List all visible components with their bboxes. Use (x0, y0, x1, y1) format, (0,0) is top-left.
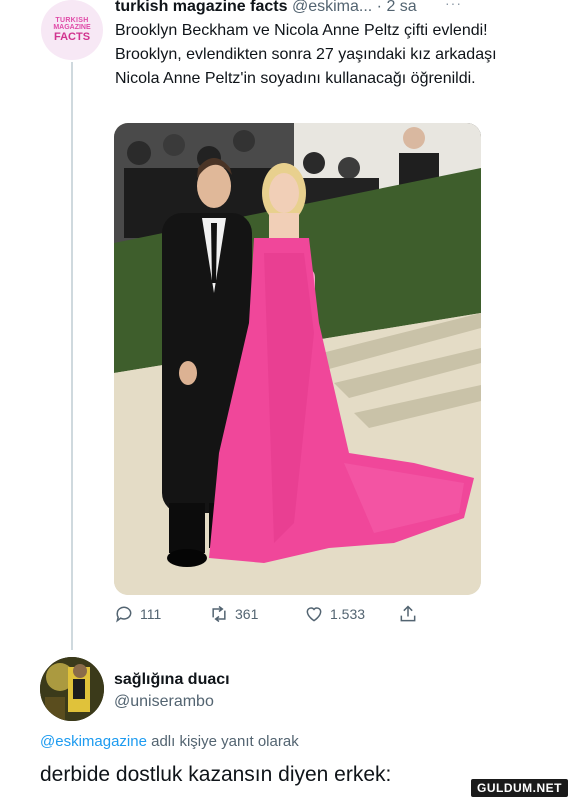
avatar-text-line: FACTS (53, 31, 91, 43)
replying-suffix: adlı kişiye yanıt olarak (146, 733, 299, 750)
reply-button[interactable]: 111 (114, 604, 161, 624)
avatar-text-line: TURKISH (55, 17, 89, 24)
share-icon (400, 605, 416, 622)
reply-author-name[interactable]: sağlığına duacı (114, 671, 230, 689)
reply-author-handle[interactable]: @uniserambo (114, 693, 214, 711)
retweet-button[interactable]: 361 (209, 604, 258, 624)
retweet-count: 361 (235, 606, 259, 622)
tweet-header: turkish magazine facts @eskima... · 2 sa… (115, 0, 461, 17)
reply-avatar[interactable] (40, 657, 104, 721)
tweet-photo[interactable] (114, 123, 481, 595)
reply-text: derbide dostluk kazansın diyen erkek: (40, 763, 392, 786)
more-options-icon[interactable]: ··· (445, 0, 462, 13)
thread-line (71, 62, 73, 650)
reply-count: 111 (140, 606, 162, 622)
watermark: GULDUM.NET (471, 779, 568, 797)
share-button[interactable] (398, 604, 418, 624)
tweet-text: Brooklyn Beckham ve Nicola Anne Peltz çi… (115, 22, 497, 87)
author-name[interactable]: turkish magazine facts (115, 0, 288, 15)
retweet-icon (212, 605, 226, 623)
tweet-time[interactable]: · 2 sa (377, 0, 417, 15)
replying-to: @eskimagazine adlı kişiye yanıt olarak (40, 733, 299, 750)
avatar[interactable]: TURKISH MAGAZINE FACTS (41, 0, 103, 60)
couple-photo (114, 123, 481, 595)
author-handle[interactable]: @eskima... (292, 0, 372, 15)
heart-icon (306, 607, 322, 622)
replying-mention-link[interactable]: @eskimagazine (40, 733, 147, 750)
like-count: 1.533 (330, 606, 366, 622)
like-button[interactable]: 1.533 (304, 604, 365, 624)
reply-icon (116, 606, 132, 623)
avatar-photo (40, 657, 104, 721)
avatar-text-line: MAGAZINE (53, 24, 91, 31)
